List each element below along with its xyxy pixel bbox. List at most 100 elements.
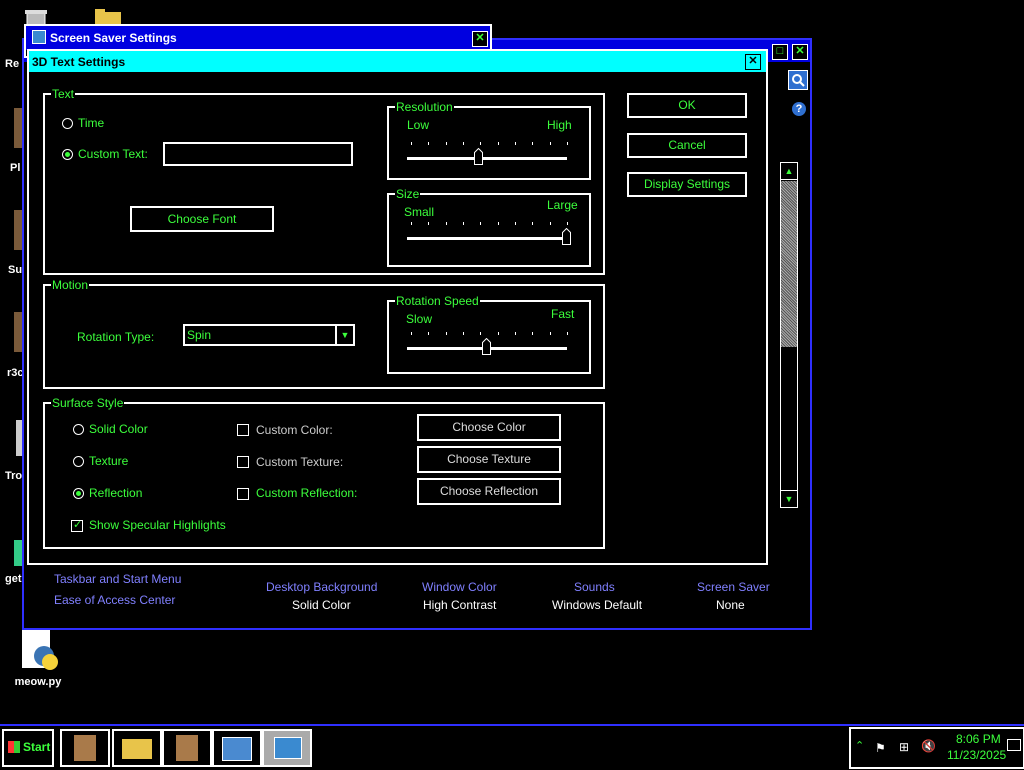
desktop-icon-label: meow.py — [14, 676, 62, 688]
clock-date[interactable]: 11/23/2025 — [947, 748, 1006, 762]
dropdown-arrow-icon[interactable]: ▼ — [335, 326, 353, 344]
close-button[interactable]: ✕ — [472, 31, 488, 47]
maximize-button[interactable]: □ — [772, 44, 788, 60]
texture-label[interactable]: Texture — [89, 454, 128, 468]
choose-reflection-button[interactable]: Choose Reflection — [417, 478, 561, 505]
folder-icon — [122, 739, 152, 759]
surface-style-group: Surface Style Solid Color Texture Reflec… — [43, 396, 605, 549]
slider-tick — [515, 222, 516, 225]
choose-color-button[interactable]: Choose Color — [417, 414, 561, 441]
specular-highlights-checkbox[interactable] — [71, 518, 83, 532]
display-settings-button[interactable]: Display Settings — [627, 172, 747, 197]
rotation-type-select[interactable]: Spin ▼ — [183, 324, 355, 346]
taskbar-start-menu-link[interactable]: Taskbar and Start Menu — [54, 572, 181, 586]
cancel-button[interactable]: Cancel — [627, 133, 747, 158]
size-slider-track[interactable] — [407, 237, 567, 240]
taskbar-cat-app-2[interactable] — [162, 729, 212, 767]
solid-color-radio[interactable] — [73, 424, 84, 435]
desktop-icon-label: Tro — [5, 470, 23, 482]
slider-tick — [498, 332, 499, 335]
custom-reflection-label[interactable]: Custom Reflection: — [256, 486, 357, 500]
reflection-label[interactable]: Reflection — [89, 486, 142, 500]
volume-muted-icon[interactable]: 🔇 — [921, 739, 936, 753]
rotation-type-value: Spin — [187, 328, 212, 342]
taskbar-cat-app[interactable] — [60, 729, 110, 767]
scrollbar[interactable]: ▲ ▼ — [780, 162, 798, 508]
resolution-slider-thumb[interactable] — [474, 147, 483, 165]
action-center-flag-icon[interactable]: ⚑ — [875, 741, 886, 755]
custom-color-label[interactable]: Custom Color: — [256, 423, 333, 437]
taskbar-display-settings[interactable] — [262, 729, 312, 767]
scroll-down-button[interactable]: ▼ — [781, 490, 797, 507]
sounds-value: Windows Default — [552, 598, 643, 612]
search-button[interactable] — [788, 70, 808, 90]
rotation-speed-label: Rotation Speed — [395, 294, 480, 308]
scroll-up-button[interactable]: ▲ — [781, 163, 797, 180]
python-file-icon — [18, 628, 58, 672]
start-button[interactable]: Start — [2, 729, 54, 767]
time-radio[interactable] — [62, 118, 73, 129]
close-button[interactable]: ✕ — [792, 44, 808, 60]
custom-reflection-checkbox[interactable] — [237, 488, 249, 500]
window-color-link[interactable]: Window Color — [422, 580, 497, 594]
slider-tick — [498, 142, 499, 145]
custom-texture-label[interactable]: Custom Texture: — [256, 455, 343, 469]
resolution-ticks — [411, 142, 568, 145]
slider-tick — [480, 332, 481, 335]
custom-text-label[interactable]: Custom Text: — [78, 147, 148, 161]
custom-text-input[interactable] — [163, 142, 353, 166]
screen-saver-link[interactable]: Screen Saver — [697, 580, 770, 594]
slider-tick — [567, 332, 568, 335]
desktop-icon-meow-py[interactable]: meow.py — [10, 628, 66, 688]
solid-color-label[interactable]: Solid Color — [89, 422, 148, 436]
size-slider-thumb[interactable] — [562, 227, 571, 245]
cat-icon — [176, 735, 198, 761]
slider-tick — [446, 332, 447, 335]
show-desktop-icon[interactable] — [1007, 739, 1021, 751]
ok-button[interactable]: OK — [627, 93, 747, 118]
show-hidden-icons-icon[interactable]: ⌃ — [855, 739, 864, 752]
system-tray: ⌃ ⚑ ⊞ 🔇 8:06 PM 11/23/2025 — [849, 727, 1024, 769]
rotation-speed-ticks — [411, 332, 568, 335]
rotation-speed-fast-label: Fast — [551, 307, 575, 321]
choose-texture-button[interactable]: Choose Texture — [417, 446, 561, 473]
size-ticks — [411, 222, 568, 225]
3d-text-settings-dialog: 3D Text Settings ✕ Text Time Custom Text… — [27, 49, 768, 565]
ease-of-access-link[interactable]: Ease of Access Center — [54, 593, 175, 607]
rotation-type-label: Rotation Type: — [77, 330, 155, 344]
network-icon[interactable]: ⊞ — [899, 740, 909, 754]
resolution-label: Resolution — [395, 100, 454, 114]
slider-tick — [480, 142, 481, 145]
custom-text-radio[interactable] — [62, 149, 73, 160]
slider-tick — [515, 142, 516, 145]
monitor-icon — [32, 30, 46, 44]
dialog-title: 3D Text Settings — [32, 55, 126, 69]
dialog-close-button[interactable]: ✕ — [745, 54, 761, 70]
scroll-thumb[interactable] — [781, 181, 797, 347]
surface-style-label: Surface Style — [51, 396, 125, 410]
time-label[interactable]: Time — [78, 116, 104, 130]
slider-tick — [567, 142, 568, 145]
rotation-speed-group: Rotation Speed Slow Fast — [387, 294, 591, 374]
choose-font-button[interactable]: Choose Font — [130, 206, 274, 232]
slider-tick — [515, 332, 516, 335]
rotation-speed-slider-thumb[interactable] — [482, 337, 491, 355]
specular-highlights-label[interactable]: Show Specular Highlights — [89, 518, 226, 532]
size-large-label: Large — [547, 198, 578, 212]
custom-color-checkbox[interactable] — [237, 424, 249, 436]
desktop-background-link[interactable]: Desktop Background — [266, 580, 377, 594]
custom-texture-checkbox[interactable] — [237, 456, 249, 468]
sounds-link[interactable]: Sounds — [574, 580, 615, 594]
taskbar-control-panel[interactable] — [212, 729, 262, 767]
windows-logo-icon — [8, 741, 20, 753]
desktop-icon-label: Re — [5, 58, 20, 70]
taskbar-file-explorer[interactable] — [112, 729, 162, 767]
desktop-icon-label: Pl — [10, 162, 21, 174]
reflection-radio[interactable] — [73, 488, 84, 499]
resolution-slider-track[interactable] — [407, 157, 567, 160]
clock-time[interactable]: 8:06 PM — [956, 732, 1001, 746]
texture-radio[interactable] — [73, 456, 84, 467]
text-group: Text Time Custom Text: Choose Font Resol… — [43, 87, 605, 275]
help-icon[interactable]: ? — [792, 102, 806, 116]
slider-tick — [532, 142, 533, 145]
